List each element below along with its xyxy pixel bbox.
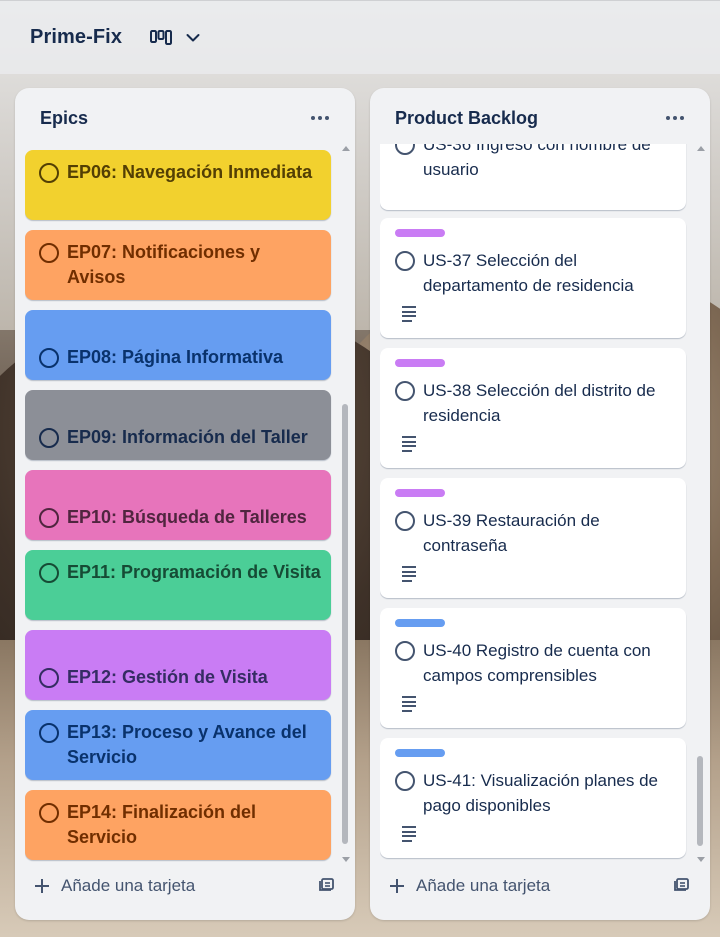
card-label-tag[interactable] <box>395 229 445 237</box>
story-card-title: US-39 Restauración de contraseña <box>423 511 600 555</box>
story-card-title: US-36 Ingreso con nombre de usuario <box>423 144 651 179</box>
epic-card[interactable]: EP10: Búsqueda de Talleres <box>25 470 331 540</box>
description-icon <box>402 566 416 584</box>
epic-card-title: EP10: Búsqueda de Talleres <box>67 507 307 527</box>
card-template-icon[interactable] <box>674 876 690 897</box>
add-card-label: Añade una tarjeta <box>416 876 551 895</box>
add-card-button[interactable]: Añade una tarjeta <box>390 876 550 896</box>
complete-checkbox-icon[interactable] <box>39 563 59 583</box>
more-icon <box>311 116 315 120</box>
epic-card-title: EP06: Navegación Inmediata <box>67 162 313 182</box>
story-card-title: US-40 Registro de cuenta con campos comp… <box>423 641 651 685</box>
scrollbar-thumb[interactable] <box>342 404 348 844</box>
complete-checkbox-icon[interactable] <box>39 803 59 823</box>
epic-card-title: EP07: Notificaciones y Avisos <box>67 242 261 287</box>
complete-checkbox-icon[interactable] <box>39 668 59 688</box>
epic-card-title: EP09: Información del Taller <box>67 427 308 447</box>
story-card[interactable]: US-40 Registro de cuenta con campos comp… <box>380 608 686 728</box>
complete-checkbox-icon[interactable] <box>39 428 59 448</box>
board-title[interactable]: Prime-Fix <box>30 26 122 49</box>
complete-checkbox-icon[interactable] <box>395 381 415 401</box>
complete-checkbox-icon[interactable] <box>39 163 59 183</box>
card-label-tag[interactable] <box>395 749 445 757</box>
epic-card[interactable]: EP14: Finalización del Servicio <box>25 790 331 860</box>
scrollbar[interactable] <box>340 144 350 864</box>
complete-checkbox-icon[interactable] <box>39 243 59 263</box>
epic-card-title: EP14: Finalización del Servicio <box>67 802 257 847</box>
complete-checkbox-icon[interactable] <box>395 511 415 531</box>
epic-card-title: EP13: Proceso y Avance del Servicio <box>67 722 307 767</box>
epic-card[interactable]: EP12: Gestión de Visita <box>25 630 331 700</box>
view-switcher[interactable] <box>150 29 200 46</box>
scroll-up-arrow[interactable] <box>697 146 705 151</box>
card-label-tag[interactable] <box>395 619 445 627</box>
scroll-down-arrow[interactable] <box>342 857 350 862</box>
story-card-title: US-41: Visualización planes de pago disp… <box>423 771 658 815</box>
plus-icon <box>35 879 49 893</box>
story-card[interactable]: US-39 Restauración de contraseña <box>380 478 686 598</box>
epic-card-title: EP12: Gestión de Visita <box>67 667 268 687</box>
list-product-backlog: Product Backlog US-36 Ingreso con nombre… <box>370 88 710 920</box>
list-epics: Epics EP06: Navegación Inmediata EP07: No… <box>15 88 355 920</box>
epic-card[interactable]: EP07: Notificaciones y Avisos <box>25 230 331 300</box>
epic-card[interactable]: EP09: Información del Taller <box>25 390 331 460</box>
story-card[interactable]: US-41: Visualización planes de pago disp… <box>380 738 686 858</box>
plus-icon <box>390 879 404 893</box>
card-list: US-36 Ingreso con nombre de usuario US-37… <box>380 144 688 864</box>
complete-checkbox-icon[interactable] <box>395 641 415 661</box>
story-card[interactable]: US-38 Selección del distrito de residenc… <box>380 348 686 468</box>
story-card[interactable]: US-36 Ingreso con nombre de usuario <box>380 144 686 210</box>
complete-checkbox-icon[interactable] <box>395 144 415 155</box>
description-icon <box>402 306 416 324</box>
list-menu-button[interactable] <box>305 110 335 126</box>
list-menu-button[interactable] <box>660 110 690 126</box>
chevron-down-icon <box>186 33 200 43</box>
epic-card-title: EP11: Programación de Visita <box>67 562 321 582</box>
list-title[interactable]: Product Backlog <box>395 108 538 129</box>
card-list: EP06: Navegación Inmediata EP07: Notifica… <box>25 144 333 864</box>
epic-card[interactable]: EP08: Página Informativa <box>25 310 331 380</box>
card-template-icon[interactable] <box>319 876 335 897</box>
list-header: Epics <box>15 88 355 148</box>
board-view-icon <box>150 29 173 46</box>
card-label-tag[interactable] <box>395 359 445 367</box>
story-card-title: US-38 Selección del distrito de residenc… <box>423 381 656 425</box>
board-header: Prime-Fix <box>0 0 720 74</box>
scrollbar-thumb[interactable] <box>697 756 703 846</box>
add-card-row: Añade una tarjeta <box>390 870 690 902</box>
add-card-button[interactable]: Añade una tarjeta <box>35 876 195 896</box>
story-card[interactable]: US-37 Selección del departamento de resi… <box>380 218 686 338</box>
complete-checkbox-icon[interactable] <box>395 251 415 271</box>
epic-card[interactable]: EP13: Proceso y Avance del Servicio <box>25 710 331 780</box>
description-icon <box>402 696 416 714</box>
card-label-tag[interactable] <box>395 489 445 497</box>
add-card-row: Añade una tarjeta <box>35 870 335 902</box>
more-icon <box>666 116 670 120</box>
epic-card[interactable]: EP06: Navegación Inmediata <box>25 150 331 220</box>
scroll-down-arrow[interactable] <box>697 857 705 862</box>
scrollbar[interactable] <box>695 144 705 864</box>
list-header: Product Backlog <box>370 88 710 148</box>
scroll-up-arrow[interactable] <box>342 146 350 151</box>
complete-checkbox-icon[interactable] <box>395 771 415 791</box>
description-icon <box>402 826 416 844</box>
list-title[interactable]: Epics <box>40 108 88 129</box>
epic-card-title: EP08: Página Informativa <box>67 347 284 367</box>
complete-checkbox-icon[interactable] <box>39 723 59 743</box>
complete-checkbox-icon[interactable] <box>39 508 59 528</box>
description-icon <box>402 436 416 454</box>
add-card-label: Añade una tarjeta <box>61 876 196 895</box>
epic-card[interactable]: EP11: Programación de Visita <box>25 550 331 620</box>
complete-checkbox-icon[interactable] <box>39 348 59 368</box>
story-card-title: US-37 Selección del departamento de resi… <box>423 251 634 295</box>
